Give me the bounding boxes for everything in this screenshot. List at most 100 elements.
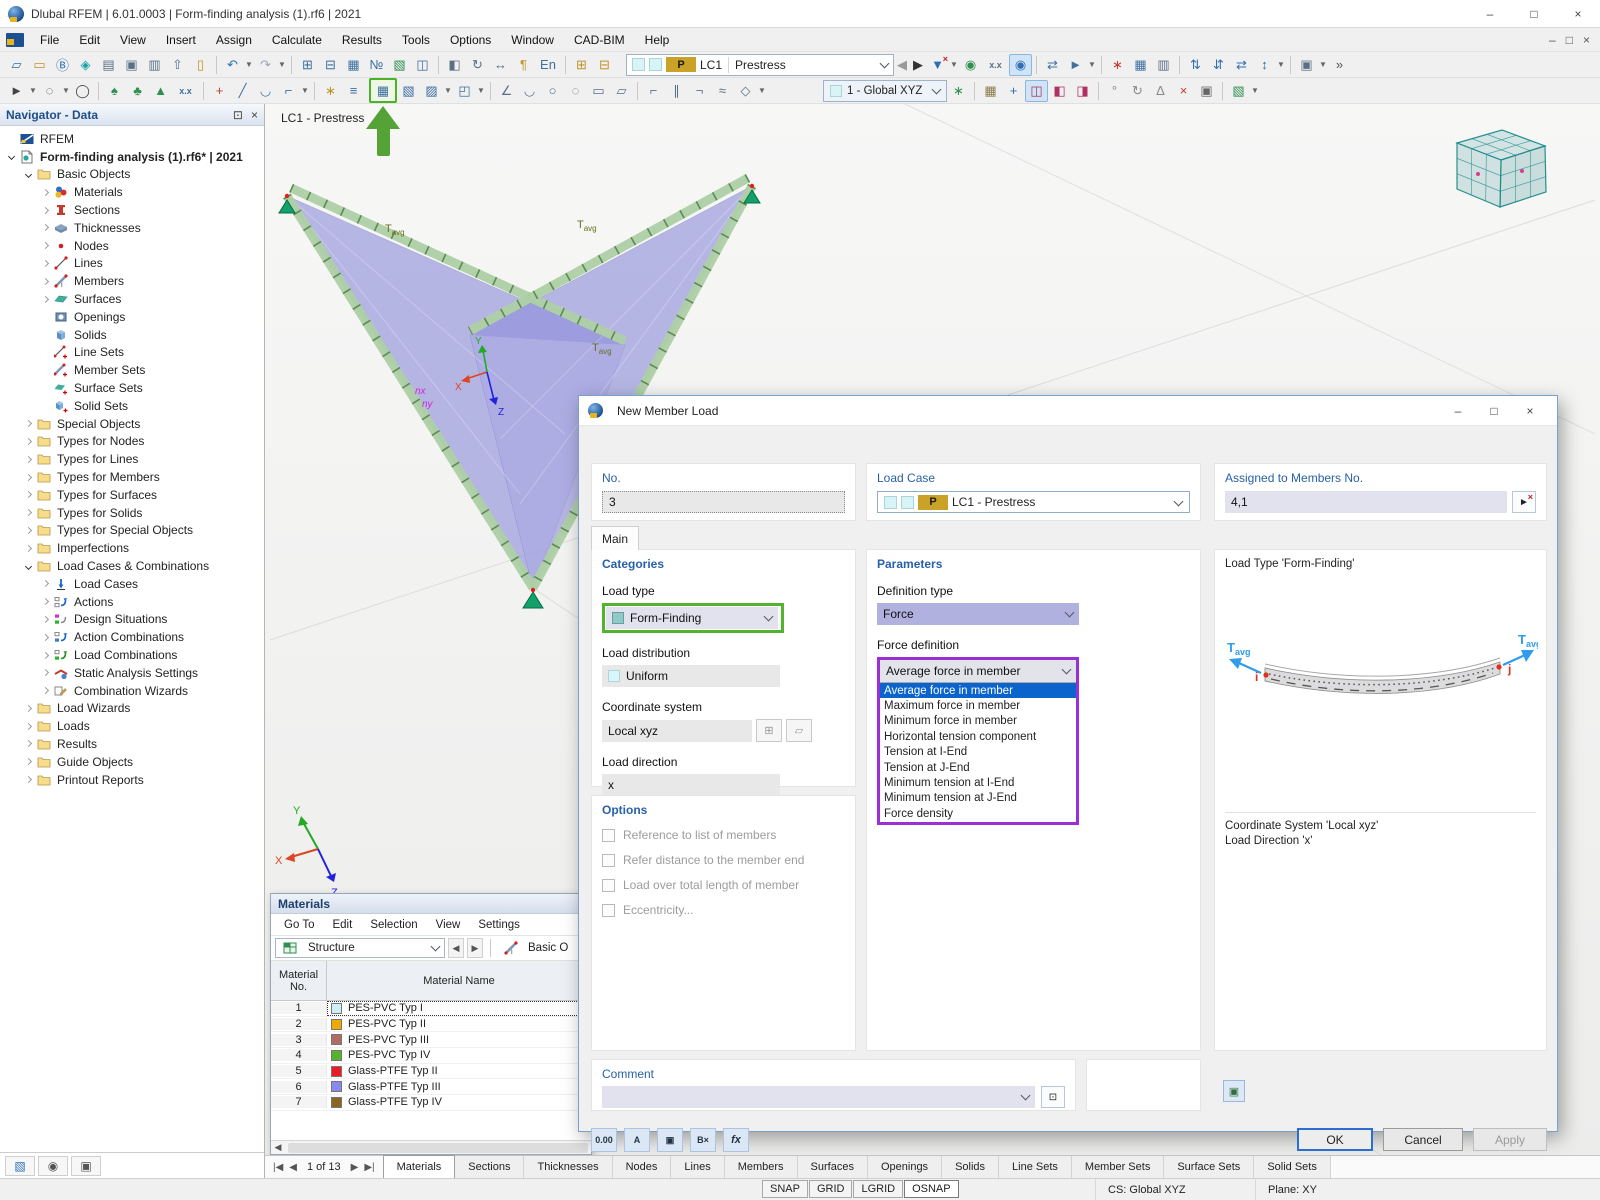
- force-option-minimum-tension-at-j-end[interactable]: Minimum tension at J-End: [880, 791, 1076, 806]
- expander-icon[interactable]: [38, 256, 52, 270]
- navigator-close-button[interactable]: ×: [251, 108, 258, 122]
- dropdown-arrow-icon[interactable]: ▼: [28, 80, 38, 102]
- expander-icon[interactable]: [21, 488, 35, 502]
- menu-file[interactable]: File: [30, 29, 69, 51]
- tree-item-members[interactable]: I Members: [0, 272, 264, 290]
- expander-icon[interactable]: [38, 612, 52, 626]
- display-options-button[interactable]: ▣: [1295, 54, 1318, 76]
- expander-icon[interactable]: [21, 773, 35, 787]
- cs-manager-button[interactable]: ∗: [947, 80, 970, 102]
- next-page-button[interactable]: ▶: [351, 1162, 359, 1173]
- tab-materials[interactable]: Materials: [382, 1155, 456, 1178]
- menu-view[interactable]: View: [110, 29, 156, 51]
- generate-structure-button[interactable]: ♠: [103, 80, 126, 102]
- dialog-titlebar[interactable]: New Member Load – □ ×: [579, 396, 1557, 426]
- expander-icon[interactable]: [38, 203, 52, 217]
- materials-menu-settings[interactable]: Settings: [469, 916, 529, 934]
- table-prev-button[interactable]: ◀: [448, 938, 464, 958]
- coordinate-system-select[interactable]: Local xyz: [602, 719, 752, 742]
- expander-icon[interactable]: [38, 684, 52, 698]
- clipboard-button[interactable]: ▯: [189, 54, 212, 76]
- plane-yz-button[interactable]: ◧: [1048, 80, 1071, 102]
- generate-terrain-button[interactable]: ▲: [149, 80, 172, 102]
- tree-item-thicknesses[interactable]: Thicknesses: [0, 219, 264, 237]
- force-option-tension-at-j-end[interactable]: Tension at J-End: [880, 760, 1076, 775]
- bim-link-button[interactable]: Ⓑ: [51, 54, 74, 76]
- navigation-cube[interactable]: [1455, 129, 1547, 208]
- tree-item-load-wizards[interactable]: Load Wizards: [0, 700, 264, 718]
- tree-item-guide-objects[interactable]: Guide Objects: [0, 753, 264, 771]
- new-polyline-button[interactable]: ⌐: [277, 80, 300, 102]
- filter-loads-button[interactable]: ▼ ×: [926, 54, 949, 76]
- show-results-button[interactable]: ◉: [1009, 53, 1032, 76]
- expander-icon[interactable]: [21, 523, 35, 537]
- tab-thicknesses[interactable]: Thicknesses: [524, 1156, 613, 1178]
- tree-item-types-for-solids[interactable]: Types for Solids: [0, 504, 264, 522]
- expander-icon[interactable]: [21, 506, 35, 520]
- tree-item-types-for-surfaces[interactable]: Types for Surfaces: [0, 486, 264, 504]
- menu-options[interactable]: Options: [440, 29, 501, 51]
- expander-icon[interactable]: [38, 274, 52, 288]
- menu-insert[interactable]: Insert: [156, 29, 206, 51]
- tree-item-static-analysis-settings[interactable]: Static Analysis Settings: [0, 664, 264, 682]
- mdi-restore-button[interactable]: □: [1566, 33, 1573, 47]
- force-option-minimum-force-in-member[interactable]: Minimum force in member: [880, 714, 1076, 729]
- circle-tool-button[interactable]: ○: [541, 80, 564, 102]
- tree-item-sections[interactable]: Sections: [0, 201, 264, 219]
- expander-icon[interactable]: [4, 150, 18, 164]
- select-button[interactable]: ►: [5, 80, 28, 102]
- tab-surfaces[interactable]: Surfaces: [797, 1156, 868, 1178]
- expander-icon[interactable]: [21, 541, 35, 555]
- excel-export-button[interactable]: ▧: [388, 54, 411, 76]
- previous-load-case-button[interactable]: ◀: [894, 54, 910, 76]
- menu-window[interactable]: Window: [501, 29, 564, 51]
- rotation-snap-button[interactable]: ↻: [1126, 80, 1149, 102]
- tree-item-imperfections[interactable]: Imperfections: [0, 539, 264, 557]
- force-option-minimum-tension-at-i-end[interactable]: Minimum tension at I-End: [880, 775, 1076, 790]
- tree-item-line-sets[interactable]: Line Sets: [0, 344, 264, 362]
- tree-item-types-for-nodes[interactable]: Types for Nodes: [0, 433, 264, 451]
- ok-button[interactable]: OK: [1297, 1128, 1373, 1151]
- tree-item-special-objects[interactable]: Special Objects: [0, 415, 264, 433]
- rotate-view-button[interactable]: ↻: [466, 54, 489, 76]
- expander-icon[interactable]: [38, 648, 52, 662]
- load-case-select[interactable]: P LC1 - Prestress: [877, 491, 1190, 513]
- menu-edit[interactable]: Edit: [69, 29, 110, 51]
- basic-objects-button[interactable]: I Basic O: [498, 938, 572, 958]
- load-case-selector[interactable]: P LC1 Prestress: [626, 53, 894, 76]
- grid-view-button[interactable]: ▦: [342, 54, 365, 76]
- export-button[interactable]: ⇧: [166, 54, 189, 76]
- tab-solids[interactable]: Solids: [942, 1156, 1000, 1178]
- expander-icon[interactable]: [38, 185, 52, 199]
- load-number-input[interactable]: 3: [602, 491, 845, 513]
- force-option-maximum-force-in-member[interactable]: Maximum force in member: [880, 698, 1076, 713]
- language-button[interactable]: En: [535, 54, 561, 76]
- dropdown-arrow-icon[interactable]: ▼: [1250, 80, 1260, 102]
- material-row[interactable]: 4 PES-PVC Typ IV: [271, 1048, 591, 1064]
- tree-item-combination-wizards[interactable]: Combination Wizards: [0, 682, 264, 700]
- materials-menu-go-to[interactable]: Go To: [275, 916, 323, 934]
- expander-icon[interactable]: [38, 221, 52, 235]
- navigator-float-button[interactable]: ⊡: [233, 108, 243, 122]
- materials-menu-view[interactable]: View: [427, 916, 470, 934]
- load-direction-input[interactable]: x: [602, 774, 780, 796]
- option-refer-distance-to-the-member-end[interactable]: Refer distance to the member end: [602, 853, 845, 867]
- tree-item-actions[interactable]: Actions: [0, 593, 264, 611]
- expander-icon[interactable]: [38, 292, 52, 306]
- table-next-button[interactable]: ▶: [467, 938, 483, 958]
- tab-main[interactable]: Main: [591, 526, 639, 550]
- tree-item-form-finding-analysis-1-rf6-2021[interactable]: Form-finding analysis (1).rf6* | 2021: [0, 148, 264, 166]
- tab-sections[interactable]: Sections: [455, 1156, 525, 1178]
- save-button[interactable]: ▣: [120, 54, 143, 76]
- tree-item-types-for-lines[interactable]: Types for Lines: [0, 450, 264, 468]
- open-model-button[interactable]: ▭: [28, 54, 51, 76]
- dropdown-arrow-icon[interactable]: ▼: [476, 80, 486, 102]
- tree-item-surfaces[interactable]: Surfaces: [0, 290, 264, 308]
- last-page-button[interactable]: ▶|: [364, 1162, 374, 1173]
- distribute-button[interactable]: ≈: [711, 80, 734, 102]
- expander-icon[interactable]: [21, 434, 35, 448]
- guidelines-button[interactable]: ∠: [495, 80, 518, 102]
- material-row[interactable]: 6 Glass-PTFE Typ III: [271, 1079, 591, 1096]
- show-loads-button[interactable]: ◉: [959, 54, 982, 76]
- camera-button[interactable]: ▣: [71, 1155, 101, 1176]
